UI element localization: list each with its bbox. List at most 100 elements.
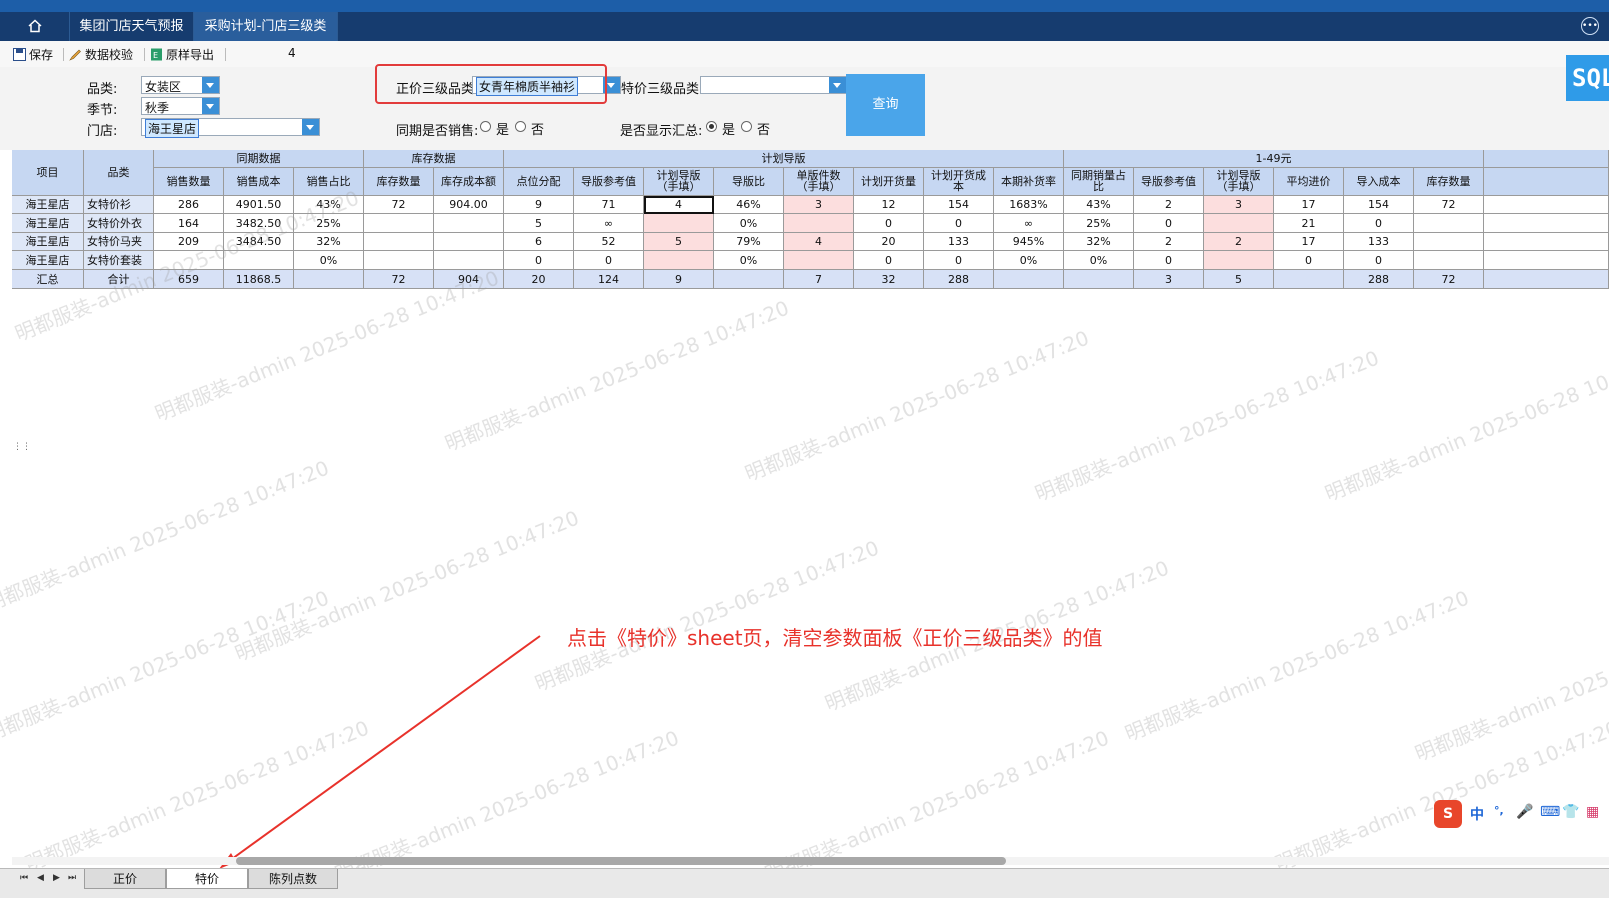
table-cell[interactable]: 154 — [1344, 196, 1414, 214]
table-cell[interactable]: 3482.50 — [224, 214, 294, 233]
ime-mode[interactable]: 中 — [1470, 804, 1484, 824]
column-header[interactable]: 本期补货率 — [994, 168, 1064, 196]
table-cell[interactable]: 2 — [1134, 233, 1204, 251]
table-cell[interactable] — [1414, 251, 1484, 270]
table-cell[interactable]: 0% — [714, 251, 784, 270]
group-header[interactable]: 计划导版 — [504, 150, 1064, 168]
table-cell[interactable] — [364, 251, 434, 270]
show-summary-yes-radio[interactable] — [706, 121, 717, 132]
table-cell[interactable] — [784, 214, 854, 233]
table-cell[interactable]: 164 — [154, 214, 224, 233]
store-select[interactable]: 海王星店 — [141, 118, 320, 138]
chevron-down-icon[interactable] — [829, 77, 846, 93]
table-cell[interactable] — [1484, 251, 1609, 270]
show-summary-no-radio[interactable] — [741, 121, 752, 132]
column-header[interactable]: 计划导版 （手填） — [1204, 168, 1274, 196]
table-cell[interactable]: 17 — [1274, 196, 1344, 214]
row-header-cell[interactable]: 女特价马夹 — [84, 233, 154, 251]
table-cell[interactable]: 0 — [574, 251, 644, 270]
total-cell[interactable]: 288 — [1344, 270, 1414, 289]
table-cell[interactable]: 17 — [1274, 233, 1344, 251]
table-cell[interactable] — [1484, 214, 1609, 233]
group-header[interactable] — [1484, 150, 1609, 168]
table-cell[interactable]: 3484.50 — [224, 233, 294, 251]
table-cell[interactable] — [644, 251, 714, 270]
table-cell[interactable] — [364, 233, 434, 251]
table-cell[interactable]: 79% — [714, 233, 784, 251]
table-cell[interactable]: 0 — [1344, 251, 1414, 270]
save-button[interactable]: 保存 — [13, 46, 53, 63]
row-header-cell[interactable]: 海王星店 — [12, 214, 84, 233]
season-select[interactable]: 秋季 — [141, 97, 220, 115]
table-cell[interactable]: 52 — [574, 233, 644, 251]
row-header-cell[interactable]: 女特价外衣 — [84, 214, 154, 233]
chevron-down-icon[interactable] — [302, 119, 319, 135]
tab-weather-forecast[interactable]: 集团门店天气预报 — [70, 12, 194, 41]
table-cell[interactable]: 20 — [854, 233, 924, 251]
column-header[interactable]: 单版件数 （手填） — [784, 168, 854, 196]
total-cell[interactable]: 合计 — [84, 270, 154, 289]
table-cell[interactable]: 0 — [1134, 214, 1204, 233]
table-cell[interactable]: 72 — [364, 196, 434, 214]
row-resize-handle[interactable]: ⋮⋮ — [13, 442, 31, 452]
scrollbar-thumb[interactable] — [236, 857, 1006, 865]
same-period-yes-radio[interactable] — [480, 121, 491, 132]
table-cell[interactable]: 0% — [714, 214, 784, 233]
table-cell[interactable]: 209 — [154, 233, 224, 251]
total-cell[interactable] — [1064, 270, 1134, 289]
table-cell[interactable]: 9 — [504, 196, 574, 214]
total-cell[interactable]: 5 — [1204, 270, 1274, 289]
table-cell[interactable]: 25% — [294, 214, 364, 233]
table-cell[interactable]: 133 — [1344, 233, 1414, 251]
sql-button[interactable]: SQL — [1566, 55, 1609, 101]
table-cell[interactable]: 0% — [994, 251, 1064, 270]
total-cell[interactable] — [294, 270, 364, 289]
ime-menu-icon[interactable]: ▦ — [1586, 804, 1599, 820]
column-header[interactable]: 导版参考值 — [1134, 168, 1204, 196]
total-cell[interactable]: 32 — [854, 270, 924, 289]
table-cell[interactable]: ∞ — [574, 214, 644, 233]
sheet-tab-special[interactable]: 特价 — [166, 869, 248, 889]
total-cell[interactable]: 659 — [154, 270, 224, 289]
table-cell[interactable]: 4 — [784, 233, 854, 251]
table-cell[interactable] — [434, 214, 504, 233]
row-header-cell[interactable]: 女特价套装 — [84, 251, 154, 270]
column-header[interactable]: 平均进价 — [1274, 168, 1344, 196]
total-cell[interactable]: 7 — [784, 270, 854, 289]
row-header-cell[interactable]: 女特价衫 — [84, 196, 154, 214]
table-cell[interactable]: 286 — [154, 196, 224, 214]
table-cell[interactable] — [1484, 233, 1609, 251]
column-header[interactable]: 库存数量 — [364, 168, 434, 196]
table-cell[interactable]: 0 — [854, 214, 924, 233]
column-header[interactable]: 销售占比 — [294, 168, 364, 196]
table-cell[interactable]: 2 — [1134, 196, 1204, 214]
table-cell[interactable]: 0 — [854, 251, 924, 270]
table-cell[interactable] — [154, 251, 224, 270]
table-cell[interactable]: 945% — [994, 233, 1064, 251]
column-header[interactable] — [1484, 168, 1609, 196]
first-sheet-icon[interactable]: ⏮ — [20, 873, 28, 883]
table-cell[interactable]: 5 — [504, 214, 574, 233]
table-cell[interactable]: 0 — [1344, 214, 1414, 233]
table-cell[interactable]: 6 — [504, 233, 574, 251]
table-cell[interactable]: 2 — [1204, 233, 1274, 251]
table-cell[interactable] — [364, 214, 434, 233]
column-header[interactable]: 品类 — [84, 150, 154, 196]
column-header[interactable]: 计划开货量 — [854, 168, 924, 196]
table-cell[interactable]: 154 — [924, 196, 994, 214]
column-header[interactable]: 同期销量占 比 — [1064, 168, 1134, 196]
ime-keyboard-icon[interactable]: ⌨ — [1540, 804, 1560, 820]
table-cell[interactable]: 133 — [924, 233, 994, 251]
same-period-no-radio[interactable] — [515, 121, 526, 132]
export-button[interactable]: E 原样导出 — [150, 46, 214, 63]
table-cell[interactable]: 0 — [504, 251, 574, 270]
table-cell[interactable] — [644, 214, 714, 233]
total-cell[interactable]: 11868.5 — [224, 270, 294, 289]
table-cell[interactable]: 12 — [854, 196, 924, 214]
table-cell[interactable]: 0 — [1274, 251, 1344, 270]
total-cell[interactable]: 124 — [574, 270, 644, 289]
column-header[interactable]: 销售成本 — [224, 168, 294, 196]
group-header[interactable]: 库存数据 — [364, 150, 504, 168]
table-cell[interactable] — [434, 233, 504, 251]
table-cell[interactable]: 0% — [1064, 251, 1134, 270]
